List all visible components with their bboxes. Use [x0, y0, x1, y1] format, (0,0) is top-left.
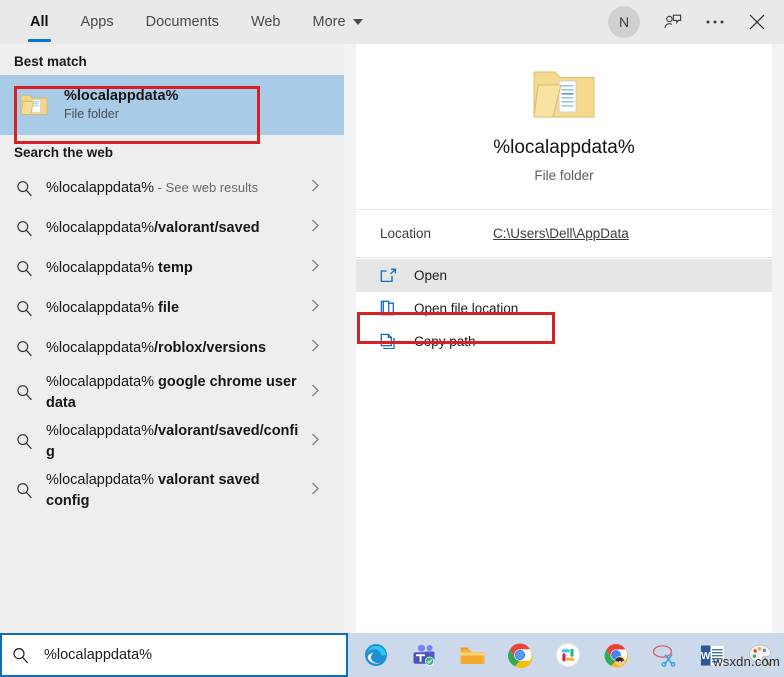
windows-search-screen: All Apps Documents Web More N	[0, 0, 784, 677]
web-suggestion-item[interactable]: %localappdata%/roblox/versions	[0, 328, 344, 368]
search-icon	[16, 384, 46, 401]
action-open-label: Open	[414, 268, 447, 283]
file-explorer-icon[interactable]	[448, 633, 496, 677]
web-suggestion-label: %localappdata% - See web results	[46, 178, 344, 199]
watermark: wsxdn.com	[713, 654, 780, 669]
web-suggestion-item[interactable]: %localappdata% google chrome user data	[0, 368, 344, 417]
web-suggestion-item[interactable]: %localappdata% temp	[0, 248, 344, 288]
chevron-right-icon	[311, 432, 320, 451]
avatar[interactable]: N	[608, 6, 640, 38]
preview-subtitle: File folder	[356, 168, 772, 183]
header-actions: N	[608, 0, 784, 44]
search-icon	[16, 220, 46, 237]
web-suggestion-item[interactable]: %localappdata% valorant saved config	[0, 466, 344, 515]
search-icon	[16, 340, 46, 357]
tab-web[interactable]: Web	[235, 0, 297, 44]
best-match-result[interactable]: %localappdata% File folder	[0, 75, 344, 135]
chevron-right-icon	[311, 219, 320, 238]
tab-apps[interactable]: Apps	[65, 0, 130, 44]
folder-icon	[20, 92, 50, 118]
folder-outline-icon	[380, 300, 414, 316]
web-suggestion-label: %localappdata% temp	[46, 258, 344, 279]
tab-documents-label: Documents	[146, 14, 219, 30]
tab-web-label: Web	[251, 14, 281, 30]
location-path-link[interactable]: C:\Users\Dell\AppData	[493, 226, 629, 241]
best-match-subtitle: File folder	[64, 105, 178, 123]
web-suggestion-item[interactable]: %localappdata% file	[0, 288, 344, 328]
web-suggestions-list: %localappdata% - See web results %localap…	[0, 166, 344, 515]
action-open[interactable]: Open	[356, 259, 772, 292]
taskbar-search-box[interactable]: %localappdata%	[0, 633, 348, 677]
open-external-icon	[380, 268, 414, 283]
chevron-right-icon	[311, 481, 320, 500]
tab-all-label: All	[30, 14, 49, 30]
search-icon	[16, 482, 46, 499]
location-label: Location	[380, 226, 493, 241]
action-open-file-location-label: Open file location	[414, 301, 518, 316]
chevron-right-icon	[311, 383, 320, 402]
web-suggestion-label: %localappdata% file	[46, 298, 344, 319]
ellipsis-icon[interactable]	[694, 0, 736, 44]
search-icon	[16, 433, 46, 450]
folder-icon	[531, 66, 597, 122]
web-suggestion-label: %localappdata%/valorant/saved	[46, 218, 344, 239]
action-open-file-location[interactable]: Open file location	[356, 292, 772, 325]
chevron-right-icon	[311, 339, 320, 358]
chrome-profile-icon[interactable]	[592, 633, 640, 677]
snipping-tool-icon[interactable]	[640, 633, 688, 677]
results-list-panel: Best match %localappdata% File folder Se…	[0, 44, 344, 633]
web-suggestion-label: %localappdata% valorant saved config	[46, 470, 344, 511]
action-copy-path-label: Copy path	[414, 334, 476, 349]
search-filter-tabs: All Apps Documents Web More	[0, 0, 379, 44]
location-row: Location C:\Users\Dell\AppData	[356, 210, 772, 257]
microsoft-edge-icon[interactable]	[352, 633, 400, 677]
tab-documents[interactable]: Documents	[130, 0, 235, 44]
copy-icon	[380, 333, 414, 349]
actions-list: Open Open file location	[356, 258, 772, 358]
preview-title: %localappdata%	[356, 136, 772, 161]
close-icon[interactable]	[736, 0, 778, 44]
best-match-title: %localappdata%	[64, 87, 178, 105]
avatar-initial: N	[619, 14, 629, 30]
microsoft-teams-icon[interactable]	[400, 633, 448, 677]
tab-all[interactable]: All	[14, 0, 65, 44]
tab-apps-label: Apps	[81, 14, 114, 30]
best-match-text: %localappdata% File folder	[64, 87, 178, 123]
preview-panel: %localappdata% File folder Location C:\U…	[356, 44, 772, 633]
preview-header: %localappdata% File folder	[356, 44, 772, 183]
chevron-down-icon	[353, 19, 363, 25]
google-chrome-icon[interactable]	[496, 633, 544, 677]
svg-text:W: W	[700, 651, 710, 662]
best-match-heading: Best match	[0, 44, 344, 75]
tab-more-label: More	[313, 14, 346, 30]
web-suggestion-item[interactable]: %localappdata%/valorant/saved/config	[0, 417, 344, 466]
search-icon	[16, 180, 46, 197]
search-the-web-heading: Search the web	[0, 135, 344, 166]
search-icon	[16, 300, 46, 317]
chevron-right-icon	[311, 259, 320, 278]
slack-icon[interactable]	[544, 633, 592, 677]
web-suggestion-label: %localappdata%/roblox/versions	[46, 338, 344, 359]
action-copy-path[interactable]: Copy path	[356, 325, 772, 358]
taskbar: %localappdata%	[0, 633, 784, 677]
chevron-right-icon	[311, 179, 320, 198]
web-suggestion-label: %localappdata%/valorant/saved/config	[46, 421, 344, 462]
web-suggestion-label: %localappdata% google chrome user data	[46, 372, 344, 413]
search-icon	[16, 260, 46, 277]
tab-more[interactable]: More	[297, 0, 379, 44]
search-input-value: %localappdata%	[44, 647, 152, 663]
search-header: All Apps Documents Web More N	[0, 0, 784, 44]
feedback-person-icon[interactable]	[652, 0, 694, 44]
web-suggestion-item[interactable]: %localappdata% - See web results	[0, 168, 344, 208]
web-suggestion-item[interactable]: %localappdata%/valorant/saved	[0, 208, 344, 248]
search-icon	[12, 647, 44, 664]
chevron-right-icon	[311, 299, 320, 318]
